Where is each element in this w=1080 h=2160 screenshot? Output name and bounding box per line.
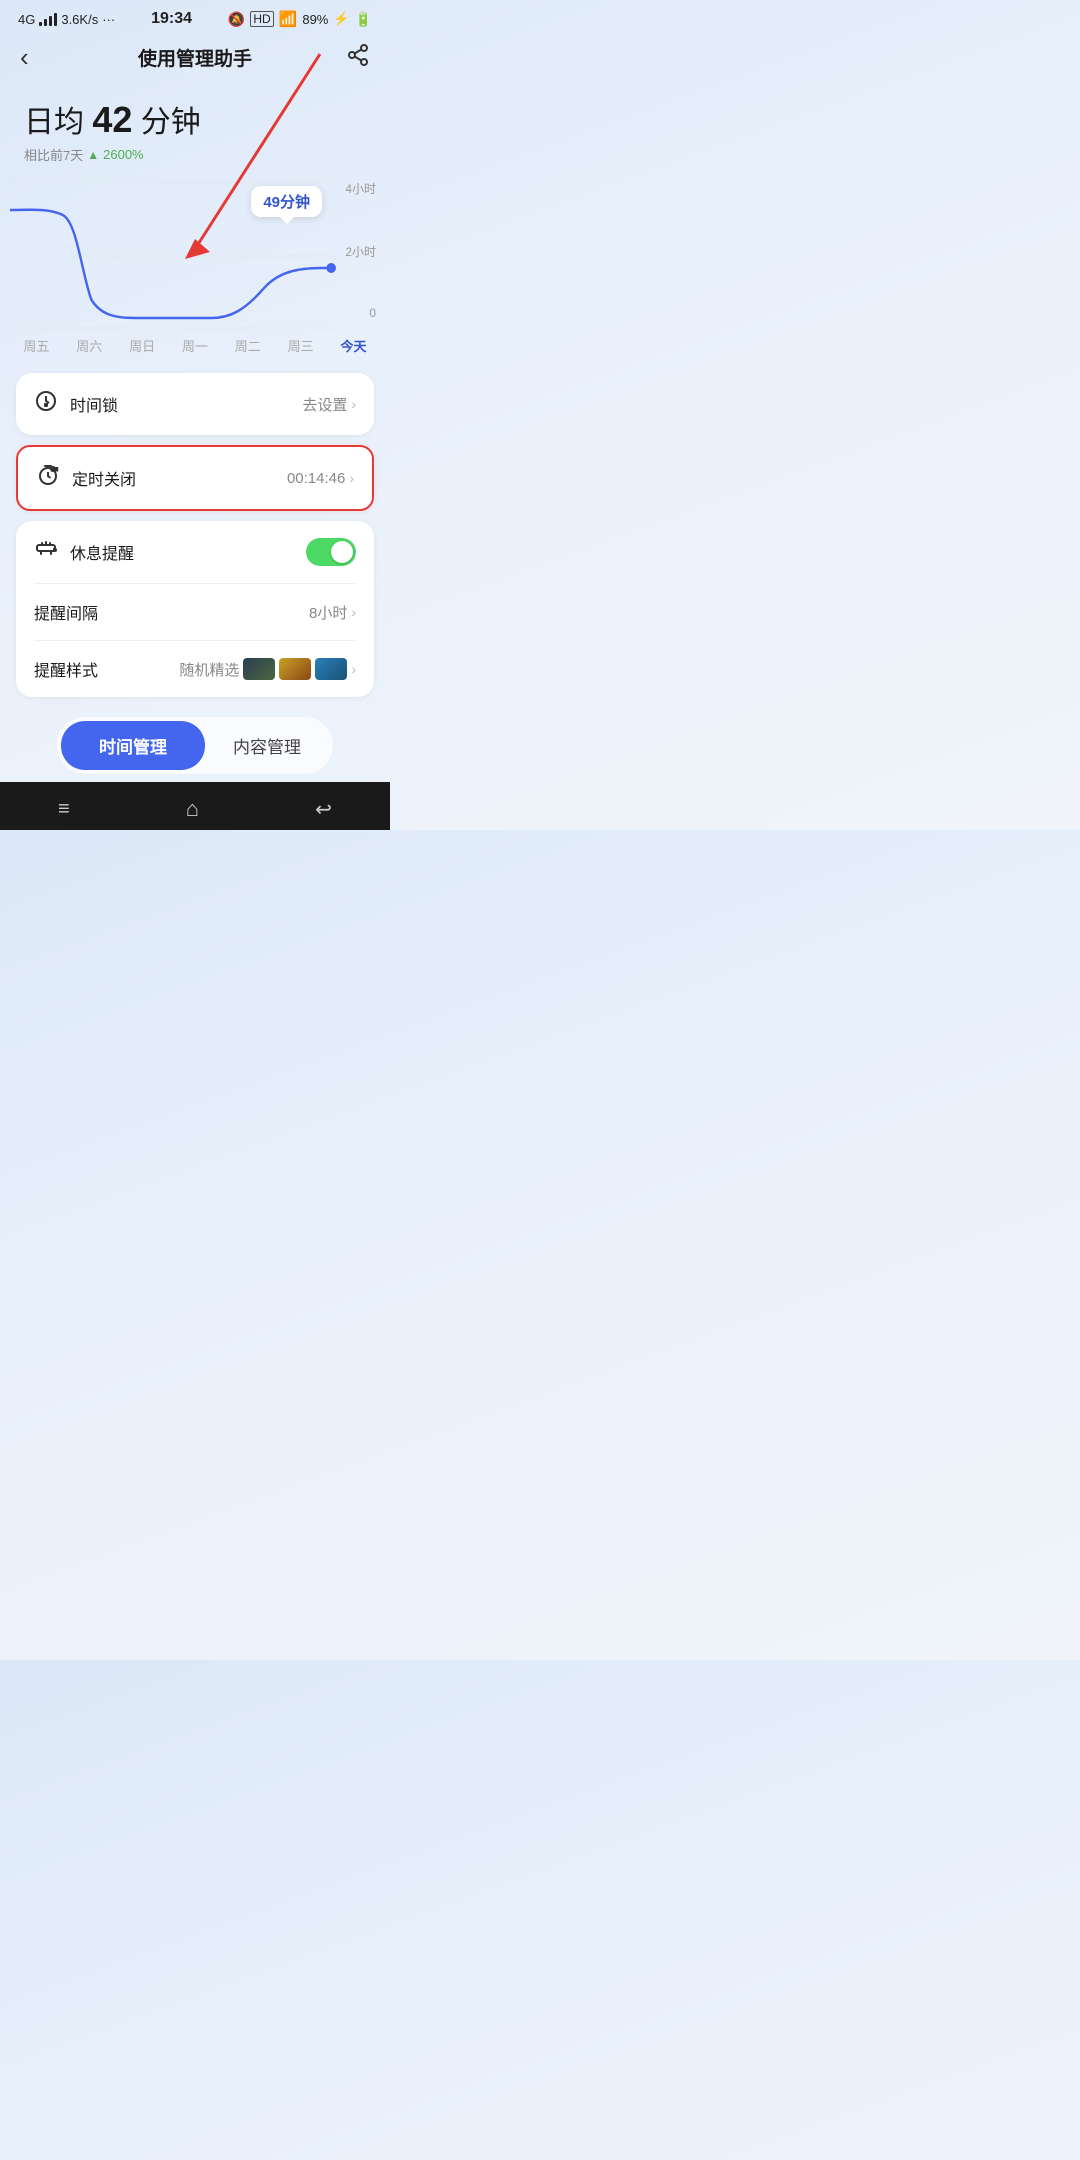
reminder-style-value: 随机精选 ›: [179, 658, 356, 680]
interval-chevron: ›: [351, 604, 356, 620]
time-lock-icon: [34, 389, 58, 419]
back-button[interactable]: ‹: [20, 42, 52, 73]
timer-close-icon: ON: [36, 463, 60, 493]
thumb-1: [243, 658, 275, 680]
svg-text:ON: ON: [52, 467, 58, 472]
time-lock-card: 时间锁 去设置 ›: [16, 373, 374, 435]
hd-label: HD: [250, 11, 273, 27]
status-time: 19:34: [151, 10, 192, 28]
chart-section: 4小时 2小时 0 49分钟 周五 周六 周日 周一 周二 周三 今天: [0, 164, 390, 365]
page-title: 使用管理助手: [52, 44, 338, 71]
timer-close-label: 定时关闭: [72, 466, 136, 490]
reminder-interval-row[interactable]: 提醒间隔 8小时 ›: [34, 584, 356, 641]
time-lock-action: 去设置: [302, 394, 347, 415]
network-speed: 3.6K/s: [61, 12, 98, 27]
chart-y-labels: 4小时 2小时 0: [345, 180, 376, 320]
time-lock-row[interactable]: 时间锁 去设置 ›: [34, 373, 356, 435]
day-3: 周一: [182, 336, 208, 355]
signal-bars: [39, 13, 57, 26]
day-5: 周三: [288, 336, 314, 355]
stats-title: 日均 42 分钟: [24, 97, 366, 141]
charging-icon: ⚡: [333, 11, 349, 27]
alarm-icon: 🔕: [228, 11, 245, 28]
time-lock-left: 时间锁: [34, 389, 118, 419]
time-management-tab[interactable]: 时间管理: [61, 721, 205, 770]
cards-section: 时间锁 去设置 › ON 定时关闭: [0, 365, 390, 705]
y-label-top: 4小时: [345, 180, 376, 197]
chart-days: 周五 周六 周日 周一 周二 周三 今天: [10, 330, 380, 365]
tooltip-value: 49分钟: [263, 194, 310, 211]
timer-close-time: 00:14:46: [287, 470, 345, 487]
timer-close-row[interactable]: ON 定时关闭 00:14:46 ›: [36, 447, 354, 509]
rest-reminder-icon: [34, 537, 58, 567]
style-chevron: ›: [351, 661, 356, 677]
rest-reminder-toggle[interactable]: [306, 538, 356, 566]
time-lock-value: 去设置 ›: [302, 394, 356, 415]
compare-label: 相比前7天: [24, 145, 83, 164]
status-right: 🔕 HD 📶 89% ⚡ 🔋: [228, 10, 372, 28]
day-1: 周六: [76, 336, 102, 355]
bottom-tabs-wrap: 时间管理 内容管理: [57, 717, 333, 774]
y-label-mid: 2小时: [345, 243, 376, 260]
network-type: 4G: [18, 12, 35, 27]
thumb-3: [315, 658, 347, 680]
thumb-2: [279, 658, 311, 680]
time-lock-chevron: ›: [351, 396, 356, 412]
chart-tooltip: 49分钟: [251, 186, 322, 217]
reminder-style-label: 提醒样式: [34, 657, 98, 681]
trend-percent: 2600%: [103, 147, 143, 162]
chart-svg-wrap: [10, 180, 380, 330]
trend-arrow: ▲: [87, 148, 99, 162]
back-nav-button[interactable]: ↩: [315, 797, 332, 822]
status-dots: ···: [102, 12, 115, 27]
day-4: 周二: [235, 336, 261, 355]
reminder-style-row[interactable]: 提醒样式 随机精选 ›: [34, 641, 356, 697]
timer-close-chevron: ›: [349, 470, 354, 486]
stats-prefix: 日均: [24, 106, 84, 139]
battery-percent: 89%: [302, 12, 328, 27]
thumb-row: [243, 658, 347, 680]
stats-suffix: 分钟: [141, 106, 201, 139]
rest-reminder-label: 休息提醒: [70, 540, 134, 564]
timer-close-value: 00:14:46 ›: [287, 470, 354, 487]
nav-bar: ≡ ⌂ ↩: [0, 782, 390, 830]
rest-reminder-left: 休息提醒: [34, 537, 134, 567]
time-lock-label: 时间锁: [70, 392, 118, 416]
stats-subtitle: 相比前7天 ▲ 2600%: [24, 145, 366, 164]
stats-section: 日均 42 分钟 相比前7天 ▲ 2600%: [0, 87, 390, 164]
content-management-tab[interactable]: 内容管理: [205, 721, 329, 770]
header: ‹ 使用管理助手: [0, 34, 390, 87]
stats-value: 42: [92, 99, 132, 140]
reminder-interval-value: 8小时 ›: [309, 602, 356, 623]
status-bar: 4G 3.6K/s ··· 19:34 🔕 HD 📶 89% ⚡ 🔋: [0, 0, 390, 34]
home-button[interactable]: ⌂: [186, 796, 199, 822]
interval-text: 8小时: [309, 602, 347, 623]
toggle-knob: [331, 541, 353, 563]
y-label-bot: 0: [345, 306, 376, 320]
style-text: 随机精选: [179, 659, 239, 680]
status-left: 4G 3.6K/s ···: [18, 12, 115, 27]
day-today: 今天: [340, 336, 366, 355]
battery-icon: 🔋: [355, 11, 372, 28]
rest-reminder-row: 休息提醒: [34, 521, 356, 584]
day-0: 周五: [23, 336, 49, 355]
timer-close-card[interactable]: ON 定时关闭 00:14:46 ›: [16, 445, 374, 511]
menu-button[interactable]: ≡: [58, 798, 70, 821]
timer-close-left: ON 定时关闭: [36, 463, 136, 493]
share-button[interactable]: [338, 43, 370, 73]
bottom-tabs-section: 时间管理 内容管理: [0, 705, 390, 782]
day-2: 周日: [129, 336, 155, 355]
reminder-interval-label: 提醒间隔: [34, 600, 98, 624]
rest-reminder-card: 休息提醒 提醒间隔 8小时 › 提醒样式 随机精选 ›: [16, 521, 374, 697]
wifi-icon: 📶: [279, 10, 298, 28]
